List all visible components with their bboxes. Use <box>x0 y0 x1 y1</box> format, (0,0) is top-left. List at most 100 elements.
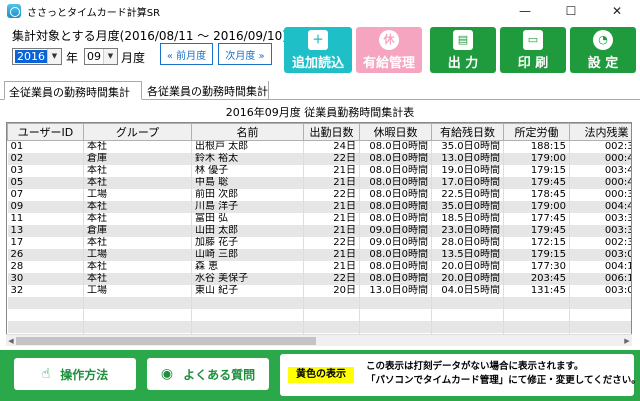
table-cell: 000:30 <box>569 188 631 201</box>
table-cell <box>569 308 631 321</box>
column-header[interactable]: 出勤日数 <box>303 123 360 141</box>
table-cell: 13.0日0時間 <box>359 284 432 297</box>
table-row[interactable]: 17本社加藤 花子22日09.0日0時間28.0日0時間172:15002:30 <box>7 236 631 249</box>
table-cell: 17.0日0時間 <box>431 176 504 189</box>
maximize-button[interactable]: ☐ <box>548 0 594 22</box>
add-file-icon: ＋ <box>308 29 328 50</box>
column-header[interactable]: 有給残日数 <box>431 123 504 141</box>
table-row[interactable]: 02倉庫鈴木 裕太22日08.0日0時間13.0日0時間179:00000:45 <box>7 152 631 165</box>
settings-label: 設 定 <box>587 55 619 71</box>
output-button[interactable]: ▤ 出 力 <box>430 27 496 73</box>
table-cell <box>191 308 304 321</box>
horizontal-scrollbar[interactable]: ◀ ▶ <box>6 334 632 346</box>
leave-heart-icon: 休 <box>379 29 399 50</box>
table-cell: 28.0日0時間 <box>431 236 504 249</box>
column-header[interactable]: 所定労働 <box>503 123 570 141</box>
column-header[interactable]: ユーザーID <box>7 123 84 141</box>
table-row[interactable]: 13倉庫山田 太郎21日09.0日0時間23.0日0時間179:45003:30 <box>7 224 631 237</box>
notice-box: 黄色の表示 この表示は打刻データがない場合に表示されます。 「パソコンでタイムカ… <box>280 354 640 396</box>
table-cell: 32 <box>7 284 84 297</box>
table-cell: 05 <box>7 176 84 189</box>
table-row[interactable]: 09本社川島 洋子21日08.0日0時間35.0日0時間179:00004:45 <box>7 200 631 213</box>
table-cell <box>359 296 432 309</box>
table-cell: 23.0日0時間 <box>431 224 504 237</box>
month-select[interactable]: 09 ▼ <box>84 48 118 65</box>
tab-all-employees[interactable]: 全従業員の勤務時間集計 <box>4 81 142 100</box>
table-cell: 22日 <box>303 236 360 249</box>
table-cell: 08.0日0時間 <box>359 176 432 189</box>
prev-month-button[interactable]: « 前月度 <box>160 43 213 65</box>
table-cell: 本社 <box>83 236 192 249</box>
table-cell: 水谷 美保子 <box>191 272 304 285</box>
table-row[interactable]: 01本社出根戸 太郎24日08.0日0時間35.0日0時間188:15002:3… <box>7 140 631 153</box>
year-select[interactable]: 2016 ▼ <box>12 48 62 65</box>
table-cell: 08.0日0時間 <box>359 200 432 213</box>
minimize-button[interactable]: — <box>502 0 548 22</box>
help-label: 操作方法 <box>60 367 109 382</box>
table-cell: 鈴木 裕太 <box>191 152 304 165</box>
table-cell <box>83 308 192 321</box>
column-header[interactable]: グループ <box>83 123 192 141</box>
table-row[interactable]: 03本社林 優子21日08.0日0時間19.0日0時間179:15003:45 <box>7 164 631 177</box>
table-cell: 08.0日0時間 <box>359 272 432 285</box>
notice-line: 「パソコンでタイムカード管理」にて修正・変更してください。 <box>366 375 640 386</box>
table-row[interactable]: 26工場山崎 三郎21日08.0日0時間13.5日0時間179:15003:00 <box>7 248 631 261</box>
table-cell: 09.0日0時間 <box>359 224 432 237</box>
notice-line: この表示は打刻データがない場合に表示されます。 <box>366 361 584 372</box>
table-cell: 002:30 <box>569 236 631 249</box>
table-cell: 01 <box>7 140 84 153</box>
empty-row <box>7 308 631 321</box>
next-month-button[interactable]: 次月度 » <box>218 43 272 65</box>
table-cell: 11 <box>7 212 84 225</box>
faq-button[interactable]: ◉ よくある質問 <box>147 358 269 390</box>
column-header[interactable]: 名前 <box>191 123 304 141</box>
table-cell: 21日 <box>303 212 360 225</box>
paid-leave-button[interactable]: 休 有給管理 <box>356 27 422 73</box>
column-header[interactable]: 法内残業 <box>569 123 631 141</box>
table-cell <box>569 296 631 309</box>
table-cell <box>359 308 432 321</box>
table-cell: 富田 弘 <box>191 212 304 225</box>
help-button[interactable]: ☝ 操作方法 <box>14 358 136 390</box>
table-cell: 004:45 <box>569 200 631 213</box>
scroll-right-icon[interactable]: ▶ <box>622 335 632 347</box>
table-cell: 26 <box>7 248 84 261</box>
table-cell: 177:45 <box>503 212 570 225</box>
tab-each-employee[interactable]: 各従業員の勤務時間集計 <box>143 81 269 100</box>
table-cell: 08.0日0時間 <box>359 248 432 261</box>
table-cell: 林 優子 <box>191 164 304 177</box>
table-cell <box>303 308 360 321</box>
table-row[interactable]: 07工場前田 次郎22日08.0日0時間22.5日0時間178:45000:30 <box>7 188 631 201</box>
table-cell: 08.0日0時間 <box>359 188 432 201</box>
table-row[interactable]: 05本社中島 聡21日08.0日0時間17.0日0時間179:45000:45 <box>7 176 631 189</box>
table-cell: 22日 <box>303 272 360 285</box>
table-cell: 179:00 <box>503 200 570 213</box>
table-cell: 工場 <box>83 188 192 201</box>
scroll-left-icon[interactable]: ◀ <box>6 335 16 347</box>
add-import-button[interactable]: ＋ 追加読込 <box>284 27 352 73</box>
column-header[interactable]: 休暇日数 <box>359 123 432 141</box>
table-cell <box>503 308 570 321</box>
table-row[interactable]: 11本社富田 弘21日08.0日0時間18.5日0時間177:45003:30 <box>7 212 631 225</box>
table-row[interactable]: 32工場東山 紀子20日13.0日0時間04.0日5時間131:45003:00 <box>7 284 631 297</box>
table-cell: 003:30 <box>569 224 631 237</box>
table-cell: 22日 <box>303 152 360 165</box>
table-row[interactable]: 28本社森 恵21日08.0日0時間20.0日0時間177:30004:15 <box>7 260 631 273</box>
table-row[interactable]: 30本社水谷 美保子22日08.0日0時間20.0日0時間203:45006:1… <box>7 272 631 285</box>
table-cell <box>303 320 360 333</box>
scrollbar-thumb[interactable] <box>16 337 316 345</box>
table-cell: 08.0日0時間 <box>359 152 432 165</box>
settings-button[interactable]: ◔ 設 定 <box>570 27 636 73</box>
table-header-row: ユーザーID グループ 名前 出勤日数 休暇日数 有給残日数 所定労働 法内残業 <box>7 123 631 141</box>
table-cell <box>569 320 631 333</box>
table-cell: 000:45 <box>569 176 631 189</box>
print-button[interactable]: ▭ 印 刷 <box>500 27 566 73</box>
table-cell: 000:45 <box>569 152 631 165</box>
table-cell: 本社 <box>83 200 192 213</box>
table-cell: 188:15 <box>503 140 570 153</box>
table-cell: 22.5日0時間 <box>431 188 504 201</box>
close-button[interactable]: ✕ <box>594 0 640 22</box>
table-cell: 03 <box>7 164 84 177</box>
qa-bubble-icon: ◉ <box>160 366 174 382</box>
table-cell <box>431 296 504 309</box>
